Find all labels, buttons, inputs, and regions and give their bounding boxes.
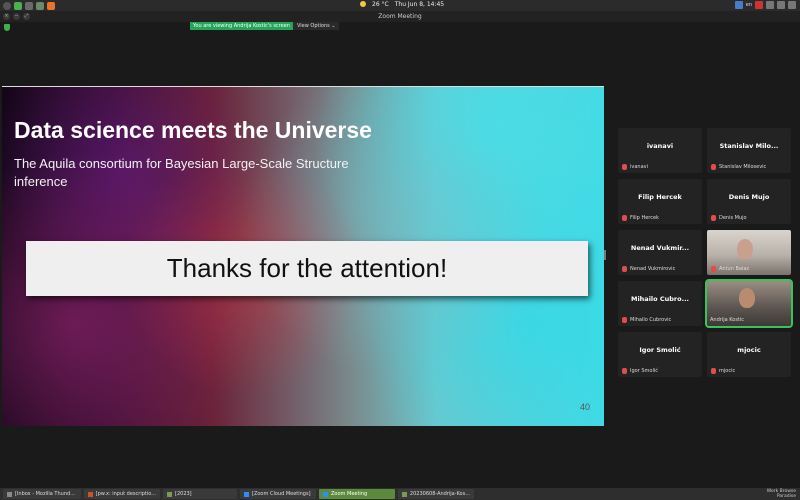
taskbar-item-label: 20230608-Andrija-Kos... — [409, 491, 470, 497]
folder-icon[interactable] — [25, 1, 33, 10]
participant-display-name: ivanavi — [646, 142, 674, 150]
view-options-button[interactable]: View Options ⌄ — [292, 22, 340, 30]
keyboard-layout[interactable]: en — [746, 2, 752, 8]
files-icon[interactable] — [36, 1, 44, 10]
muted-mic-icon — [622, 317, 627, 323]
participant-name: ivanavi — [630, 164, 648, 170]
participant-name: Denis Mujo — [719, 215, 747, 221]
participant-video-face — [739, 288, 755, 308]
editor-icon — [88, 491, 93, 497]
participant-name: Stanislav Milosevic — [719, 164, 767, 170]
workspace-switcher[interactable]: Work Browse Paradise — [752, 489, 796, 499]
minimize-icon[interactable]: − — [13, 13, 20, 20]
maximize-icon[interactable]: ⤢ — [23, 13, 30, 20]
thanks-banner: Thanks for the attention! — [26, 241, 588, 296]
participant-video-face — [737, 239, 753, 259]
zoom-icon — [323, 491, 328, 497]
viewing-screen-label: You are viewing Andrija Kostic's screen — [190, 22, 293, 30]
participant-display-name: Denis Mujo — [728, 193, 770, 201]
taskbar-item-label: [pw.x: input descriptio... — [95, 491, 156, 497]
thanks-text: Thanks for the attention! — [166, 253, 448, 283]
participant-tile[interactable]: mjocic mjocic — [707, 332, 791, 377]
taskbar: [Inbox - Mozilla Thund... [pw.x: input d… — [0, 488, 800, 500]
network-icon[interactable] — [734, 1, 743, 9]
participant-name: Igor Smolić — [630, 368, 658, 374]
participant-tile[interactable]: Denis Mujo Denis Mujo — [707, 179, 791, 224]
participant-display-name: Nenad Vukmir... — [630, 244, 690, 252]
window-title-bar: × − ⤢ Zoom Meeting — [0, 11, 800, 22]
participant-name: Filip Hercek — [630, 215, 659, 221]
thunderbird-icon — [7, 491, 12, 497]
taskbar-item-editor[interactable]: [pw.x: input descriptio... — [84, 489, 160, 499]
power-icon[interactable] — [788, 1, 796, 9]
participant-display-name: mjocic — [737, 346, 761, 354]
folder-icon — [402, 491, 407, 497]
close-icon[interactable]: × — [3, 13, 10, 20]
share-banner: You are viewing Andrija Kostic's screen … — [190, 22, 340, 30]
taskbar-item-label: [2023] — [175, 491, 192, 497]
app-menu-icon[interactable] — [3, 1, 11, 10]
participant-display-name: Mihailo Cubro... — [630, 295, 690, 303]
temperature: 26 °C — [372, 1, 389, 8]
volume-icon[interactable] — [766, 1, 774, 9]
participant-tile[interactable]: Mihailo Cubro... Mihailo Cubrovic — [618, 281, 702, 326]
window-title: Zoom Meeting — [378, 13, 422, 20]
muted-mic-icon — [622, 164, 627, 170]
participant-video-tile[interactable]: Antun Balaz — [707, 230, 791, 275]
weather-icon — [360, 1, 366, 7]
participant-display-name: Filip Hercek — [638, 193, 682, 201]
top-panel: 26 °C Thu Jun 8, 14:45 en — [0, 0, 800, 11]
terminal-icon[interactable] — [14, 1, 22, 10]
datetime: Thu Jun 8, 14:45 — [394, 1, 445, 8]
muted-mic-icon — [711, 368, 716, 374]
muted-mic-icon — [622, 368, 627, 374]
muted-mic-icon — [622, 215, 627, 221]
taskbar-item-recording-folder[interactable]: 20230608-Andrija-Kos... — [398, 489, 474, 499]
taskbar-item-label: [Zoom Cloud Meetings] — [252, 491, 311, 497]
participant-name: Mihailo Cubrovic — [630, 317, 672, 323]
participant-display-name: Stanislav Milo... — [719, 142, 779, 150]
muted-mic-icon — [622, 266, 627, 272]
participant-video-tile-active[interactable]: Andrija Kostic — [705, 279, 793, 328]
muted-mic-icon — [711, 266, 716, 272]
window-controls: × − ⤢ — [3, 13, 30, 20]
folder-icon — [167, 491, 172, 497]
firefox-icon[interactable] — [47, 1, 55, 10]
slide-title: Data science meets the Universe — [14, 117, 372, 143]
security-icon[interactable] — [755, 1, 763, 9]
participant-name: Andrija Kostic — [710, 317, 745, 323]
shield-icon[interactable] — [4, 24, 10, 31]
battery-icon[interactable] — [777, 1, 785, 9]
taskbar-item-label: [Inbox - Mozilla Thund... — [15, 491, 75, 497]
zoom-icon — [244, 491, 249, 497]
slide-subtitle: The Aquila consortium for Bayesian Large… — [14, 156, 349, 189]
taskbar-item-zoom-cloud[interactable]: [Zoom Cloud Meetings] — [240, 489, 316, 499]
participant-tile[interactable]: Igor Smolić Igor Smolić — [618, 332, 702, 377]
participant-tile[interactable]: Nenad Vukmir... Nenad Vukmirovic — [618, 230, 702, 275]
clock[interactable]: 26 °C Thu Jun 8, 14:45 — [360, 1, 444, 8]
participant-name: mjocic — [719, 368, 736, 374]
participant-tile[interactable]: Filip Hercek Filip Hercek — [618, 179, 702, 224]
taskbar-item-zoom-meeting[interactable]: Zoom Meeting — [319, 489, 395, 499]
shared-screen[interactable]: Data science meets the Universe The Aqui… — [2, 86, 604, 426]
muted-mic-icon — [711, 215, 716, 221]
participant-name: Antun Balaz — [719, 266, 750, 272]
participant-tile[interactable]: Stanislav Milo... Stanislav Milosevic — [707, 128, 791, 173]
taskbar-item-folder[interactable]: [2023] — [163, 489, 237, 499]
participant-tile[interactable]: ivanavi ivanavi — [618, 128, 702, 173]
muted-mic-icon — [711, 164, 716, 170]
system-tray: en — [734, 1, 796, 9]
panel-splitter-handle[interactable] — [604, 250, 606, 260]
participant-name: Nenad Vukmirovic — [630, 266, 676, 272]
slide-page-number: 40 — [579, 402, 590, 412]
participant-display-name: Igor Smolić — [639, 346, 681, 354]
taskbar-item-thunderbird[interactable]: [Inbox - Mozilla Thund... — [3, 489, 81, 499]
taskbar-item-label: Zoom Meeting — [331, 491, 368, 497]
